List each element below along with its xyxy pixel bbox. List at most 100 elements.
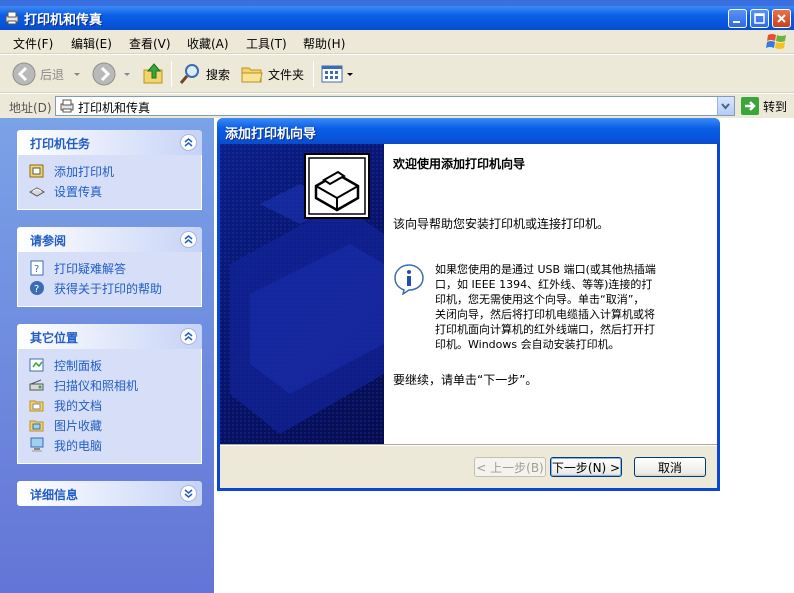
menu-view[interactable]: 查看(V) [129, 35, 171, 52]
wizard-next-button[interactable]: 下一步(N) > [550, 457, 622, 477]
info-icon [393, 263, 425, 298]
up-folder-button[interactable] [142, 62, 166, 86]
task-pane: 打印机任务 添加打印机 设置传真 请参阅 ? 打印疑难解答 ? 获得关于打印的帮… [0, 118, 214, 593]
task-label: 添加打印机 [54, 164, 115, 179]
my-documents-icon [28, 397, 46, 413]
forward-button[interactable] [92, 62, 132, 86]
chevron-down-icon[interactable] [180, 485, 197, 502]
see-also-header[interactable]: 请参阅 [17, 227, 202, 252]
minimize-button[interactable] [728, 9, 747, 28]
wizard-divider [220, 444, 717, 446]
address-input[interactable]: 打印机和传真 [55, 96, 735, 116]
wizard-continue-text: 要继续，请单击“下一步”。 [393, 373, 538, 387]
see-also-panel: 请参阅 ? 打印疑难解答 ? 获得关于打印的帮助 [17, 227, 202, 307]
chevron-up-icon[interactable] [180, 328, 197, 345]
link-printing-help[interactable]: ? 获得关于打印的帮助 [28, 278, 201, 298]
menu-file[interactable]: 文件(F) [13, 35, 53, 52]
wizard-back-button[interactable]: < 上一步(B) [474, 457, 546, 477]
printer-tasks-header[interactable]: 打印机任务 [17, 130, 202, 155]
task-label: 设置传真 [54, 184, 103, 199]
link-my-computer[interactable]: 我的电脑 [28, 435, 201, 455]
wizard-printer-watermark-icon [220, 144, 384, 444]
wizard-title-bar[interactable]: 添加打印机向导 [217, 118, 720, 144]
printer-tasks-panel: 打印机任务 添加打印机 设置传真 [17, 130, 202, 210]
go-button[interactable]: 转到 [741, 97, 787, 115]
wizard-heading: 欢迎使用添加打印机向导 [393, 157, 526, 171]
link-my-pictures[interactable]: 图片收藏 [28, 415, 201, 435]
my-computer-icon [28, 437, 46, 453]
search-button[interactable]: 搜索 [178, 62, 230, 86]
views-button[interactable] [320, 62, 354, 86]
back-arrow-icon [12, 62, 36, 86]
title-bar[interactable]: 打印机和传真 [0, 6, 794, 30]
link-my-documents[interactable]: 我的文档 [28, 395, 201, 415]
menu-favorites[interactable]: 收藏(A) [187, 35, 229, 52]
link-label: 扫描仪和照相机 [54, 378, 139, 393]
back-label: 后退 [40, 67, 65, 82]
link-troubleshoot-printing[interactable]: ? 打印疑难解答 [28, 258, 201, 278]
wizard-content: 欢迎使用添加打印机向导 该向导帮助您安装打印机或连接打印机。 如果您使用的是通过… [384, 144, 717, 444]
close-button[interactable] [772, 9, 791, 28]
info-line: 印机，您无需使用这个向导。单击“取消”， [435, 293, 645, 306]
menu-edit[interactable]: 编辑(E) [71, 35, 112, 52]
toolbar-separator [171, 61, 172, 87]
address-dropdown-button[interactable] [717, 97, 734, 115]
info-line: 关闭向导，然后将打印机电缆插入计算机或将 [435, 308, 655, 321]
chevron-down-icon [347, 73, 353, 76]
chevron-up-icon[interactable] [180, 134, 197, 151]
views-icon [321, 65, 343, 83]
task-setup-fax[interactable]: 设置传真 [28, 181, 201, 201]
printer-folder-icon [4, 10, 20, 26]
panel-body: 控制面板 扫描仪和照相机 我的文档 图片收藏 我的电脑 [17, 349, 202, 464]
address-value: 打印机和传真 [78, 101, 151, 115]
my-pictures-icon [28, 417, 46, 433]
printers-faxes-window: 打印机和传真 文件(F) 编辑(E) 查看(V) 收藏(A) 工具(T) 帮助(… [0, 0, 794, 593]
forward-arrow-icon [92, 62, 116, 86]
panel-body: ? 打印疑难解答 ? 获得关于打印的帮助 [17, 252, 202, 307]
help-circle-icon: ? [28, 280, 46, 296]
chevron-up-icon[interactable] [180, 231, 197, 248]
details-header[interactable]: 详细信息 [17, 481, 202, 506]
scanner-icon [28, 377, 46, 393]
back-button[interactable]: 后退 [12, 62, 82, 86]
go-arrow-icon [741, 97, 759, 115]
add-printer-wizard-dialog: 添加打印机向导 欢迎使用添加打印机向导 该向导帮助您安装打印机或连接打印机。 如… [217, 118, 720, 491]
panel-title: 请参阅 [30, 234, 67, 248]
svg-text:?: ? [34, 264, 39, 275]
address-label: 地址(D) [9, 101, 52, 115]
info-line: 如果您使用的是通过 USB 端口(或其他热插端 [435, 263, 656, 276]
wizard-title: 添加打印机向导 [225, 127, 317, 142]
fax-icon [28, 183, 46, 199]
other-places-header[interactable]: 其它位置 [17, 324, 202, 349]
link-label: 图片收藏 [54, 418, 103, 433]
link-scanners-cameras[interactable]: 扫描仪和照相机 [28, 375, 201, 395]
menu-bar: 文件(F) 编辑(E) 查看(V) 收藏(A) 工具(T) 帮助(H) [0, 30, 794, 54]
link-label: 控制面板 [54, 358, 103, 373]
help-book-icon: ? [28, 260, 46, 276]
details-panel: 详细信息 [17, 481, 202, 506]
task-add-printer[interactable]: 添加打印机 [28, 161, 201, 181]
other-places-panel: 其它位置 控制面板 扫描仪和照相机 我的文档 图片收藏 我的电脑 [17, 324, 202, 464]
up-folder-icon [143, 63, 163, 84]
link-label: 我的文档 [54, 398, 103, 413]
toolbar-separator [313, 61, 314, 87]
add-printer-icon [28, 163, 46, 179]
menu-tools[interactable]: 工具(T) [246, 35, 287, 52]
folders-label: 文件夹 [268, 67, 305, 82]
panel-body: 添加打印机 设置传真 [17, 155, 202, 210]
link-label: 获得关于打印的帮助 [54, 281, 163, 296]
toolbar: 后退 搜索 文件夹 [0, 55, 794, 93]
wizard-side-banner [220, 144, 384, 444]
menu-help[interactable]: 帮助(H) [303, 35, 345, 52]
window-title: 打印机和传真 [24, 13, 103, 28]
maximize-button[interactable] [750, 9, 769, 28]
link-label: 我的电脑 [54, 438, 103, 453]
search-icon [179, 64, 199, 84]
link-label: 打印疑难解答 [54, 261, 127, 276]
link-control-panel[interactable]: 控制面板 [28, 355, 201, 375]
wizard-cancel-button[interactable]: 取消 [634, 457, 706, 477]
printer-folder-icon [59, 98, 75, 117]
wizard-info-text: 如果您使用的是通过 USB 端口(或其他热插端 口，如 IEEE 1394、红外… [435, 262, 685, 352]
chevron-down-icon [721, 103, 730, 110]
folders-button[interactable]: 文件夹 [240, 62, 304, 86]
